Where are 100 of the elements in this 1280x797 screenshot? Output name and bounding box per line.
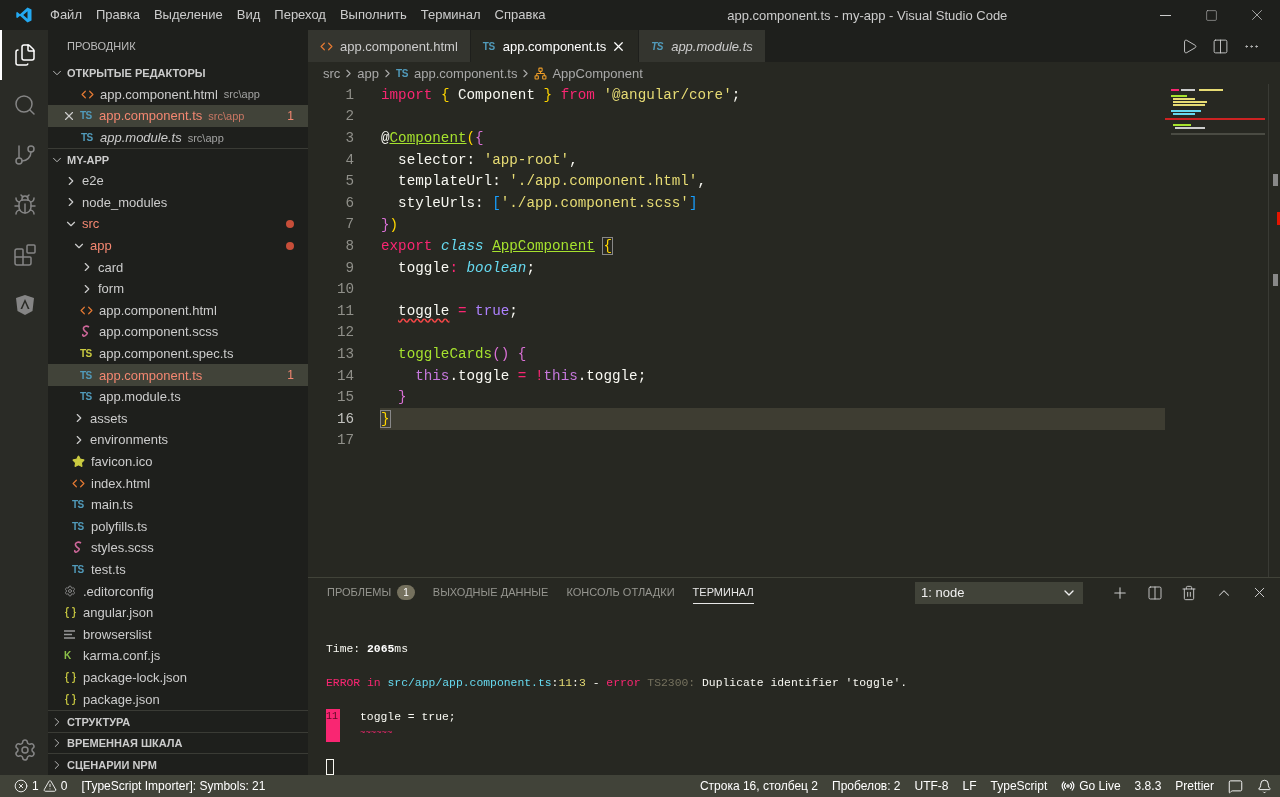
line-number: 17 bbox=[335, 432, 354, 449]
menu-item[interactable]: Правка bbox=[88, 4, 147, 26]
file-name: karma.conf.js bbox=[83, 648, 161, 664]
error-marker bbox=[1277, 212, 1280, 225]
breadcrumb-item[interactable]: src bbox=[323, 65, 341, 81]
scrollbar-thumb[interactable] bbox=[1273, 274, 1278, 286]
folder-item[interactable]: node_modules bbox=[48, 191, 308, 214]
section-header[interactable]: ОТКРЫТЫЕ РЕДАКТОРЫ bbox=[48, 62, 308, 84]
editor-tab[interactable]: TS app.module.ts bbox=[639, 30, 766, 62]
status-item[interactable]: Go Live bbox=[1061, 779, 1121, 793]
file-item[interactable]: .editorconfig bbox=[48, 580, 308, 602]
open-editor-item[interactable]: TS app.component.ts src\app 1 bbox=[48, 105, 308, 127]
editor-tab[interactable]: TS app.component.ts bbox=[470, 30, 640, 62]
file-type-label: TS bbox=[80, 110, 93, 122]
broadcast-icon bbox=[1061, 779, 1076, 793]
status-item[interactable]: Строка 16, столбец 2 bbox=[699, 779, 818, 793]
file-name: index.html bbox=[91, 475, 151, 491]
file-item[interactable]: TS app.component.spec.ts bbox=[48, 342, 308, 365]
menu-item[interactable]: Переход bbox=[267, 4, 333, 26]
file-item[interactable]: TS app.component.ts 1 bbox=[48, 364, 308, 386]
section-header[interactable]: СТРУКТУРА bbox=[48, 710, 308, 732]
terminal-select[interactable]: 1: node bbox=[915, 581, 1083, 604]
file-item[interactable]: TS test.ts bbox=[48, 558, 308, 581]
scrollbar-thumb[interactable] bbox=[1273, 174, 1278, 186]
file-item[interactable]: TS main.ts bbox=[48, 493, 308, 516]
file-item[interactable]: browserslist bbox=[48, 623, 308, 646]
file-name: app.component.ts bbox=[99, 108, 203, 124]
play-icon[interactable] bbox=[1181, 37, 1198, 55]
file-item[interactable]: app.component.scss bbox=[48, 321, 308, 343]
file-type-label: TS bbox=[482, 40, 496, 52]
open-editor-item[interactable]: TS app.module.ts src\app bbox=[48, 126, 308, 149]
status-item[interactable]: Prettier bbox=[1175, 779, 1214, 793]
status-item[interactable]: UTF-8 bbox=[914, 779, 949, 793]
file-name: .editorconfig bbox=[83, 583, 154, 599]
file-item[interactable]: TS polyfills.ts bbox=[48, 515, 308, 538]
trash-icon[interactable] bbox=[1181, 584, 1197, 601]
code-line: styleUrls: ['./app.component.scss'] bbox=[397, 193, 699, 213]
chat-icon[interactable] bbox=[1228, 778, 1243, 794]
folder-item[interactable]: form bbox=[48, 277, 308, 300]
code-line: } bbox=[397, 388, 408, 408]
terminal-line: ERROR in src/app/app.component.ts:11:3 - error TS2300: Duplicate identifier 'toggle'. bbox=[326, 676, 908, 691]
file-name: app.component.html bbox=[99, 302, 217, 318]
split-terminal-icon[interactable] bbox=[1147, 584, 1163, 601]
problems-status[interactable]: 1 0 bbox=[14, 779, 68, 793]
file-item[interactable]: favicon.ico bbox=[48, 450, 308, 473]
file-item[interactable]: TS app.module.ts bbox=[48, 385, 308, 408]
error-dot bbox=[286, 241, 294, 250]
breadcrumb-item[interactable]: app bbox=[357, 65, 380, 81]
section-header[interactable]: MY-APP bbox=[48, 148, 308, 170]
file-item[interactable]: index.html bbox=[48, 472, 308, 494]
folder-item[interactable]: src bbox=[48, 213, 308, 235]
folder-item[interactable]: assets bbox=[48, 407, 308, 430]
menu-item[interactable]: Вид bbox=[229, 4, 268, 26]
error-icon bbox=[14, 779, 28, 793]
panel-tab[interactable]: ВЫХОДНЫЕ ДАННЫЕ bbox=[432, 581, 549, 605]
line-number: 16 bbox=[335, 410, 354, 427]
status-text[interactable]: [TypeScript Importer]: Symbols: 21 bbox=[81, 779, 266, 793]
status-item[interactable]: TypeScript bbox=[990, 779, 1048, 793]
line-number: 10 bbox=[335, 281, 354, 298]
class-symbol-icon bbox=[534, 66, 548, 80]
folder-item[interactable]: e2e bbox=[48, 169, 308, 192]
panel-tab[interactable]: КОНСОЛЬ ОТЛАДКИ bbox=[566, 581, 675, 605]
status-item[interactable]: 3.8.3 bbox=[1134, 779, 1162, 793]
menu-item[interactable]: Файл bbox=[43, 4, 89, 26]
menu-item[interactable]: Терминал bbox=[413, 4, 488, 26]
file-item[interactable]: app.component.html bbox=[48, 299, 308, 322]
section-header[interactable]: ВРЕМЕННАЯ ШКАЛА bbox=[48, 731, 308, 754]
panel-tab[interactable]: ПРОБЛЕМЫ 1 bbox=[327, 579, 415, 606]
breadcrumb-item[interactable]: app.component.ts bbox=[414, 65, 518, 81]
file-item[interactable]: K karma.conf.js bbox=[48, 645, 308, 667]
menu-item[interactable]: Выделение bbox=[146, 4, 230, 26]
bug-icon bbox=[13, 193, 37, 217]
file-path: src\app bbox=[223, 88, 260, 101]
open-editor-item[interactable]: app.component.html src\app bbox=[48, 83, 308, 106]
menu-item[interactable]: Справка bbox=[487, 4, 553, 26]
status-item[interactable]: Пробелов: 2 bbox=[832, 779, 901, 793]
bell-icon[interactable] bbox=[1257, 778, 1272, 794]
file-item[interactable]: angular.json bbox=[48, 601, 308, 624]
window-title: app.component.ts - my-app - Visual Studio Code bbox=[726, 7, 1009, 23]
status-item[interactable]: LF bbox=[962, 779, 977, 793]
file-name: app bbox=[90, 238, 112, 254]
section-title: ОТКРЫТЫЕ РЕДАКТОРЫ bbox=[67, 66, 206, 79]
file-name: main.ts bbox=[91, 497, 133, 513]
file-item[interactable]: styles.scss bbox=[48, 537, 308, 559]
file-item[interactable]: package.json bbox=[48, 688, 308, 710]
folder-item[interactable]: card bbox=[48, 256, 308, 278]
panel-tab[interactable]: ТЕРМИНАЛ bbox=[692, 581, 754, 605]
folder-item[interactable]: environments bbox=[48, 429, 308, 451]
terminal-cursor bbox=[326, 759, 334, 775]
file-path: src\app bbox=[208, 110, 245, 122]
file-name: app.component.scss bbox=[99, 324, 219, 340]
editor-tab[interactable]: app.component.html bbox=[308, 30, 471, 62]
split-editor-icon[interactable] bbox=[1212, 37, 1229, 55]
menu-item[interactable]: Выполнить bbox=[332, 4, 414, 26]
folder-item[interactable]: app bbox=[48, 234, 308, 257]
file-item[interactable]: package-lock.json bbox=[48, 666, 308, 689]
breadcrumb-item[interactable]: AppComponent bbox=[552, 65, 643, 81]
close-icon[interactable] bbox=[62, 109, 76, 123]
error-count: 1 bbox=[287, 368, 294, 383]
swirl-icon bbox=[72, 541, 84, 555]
